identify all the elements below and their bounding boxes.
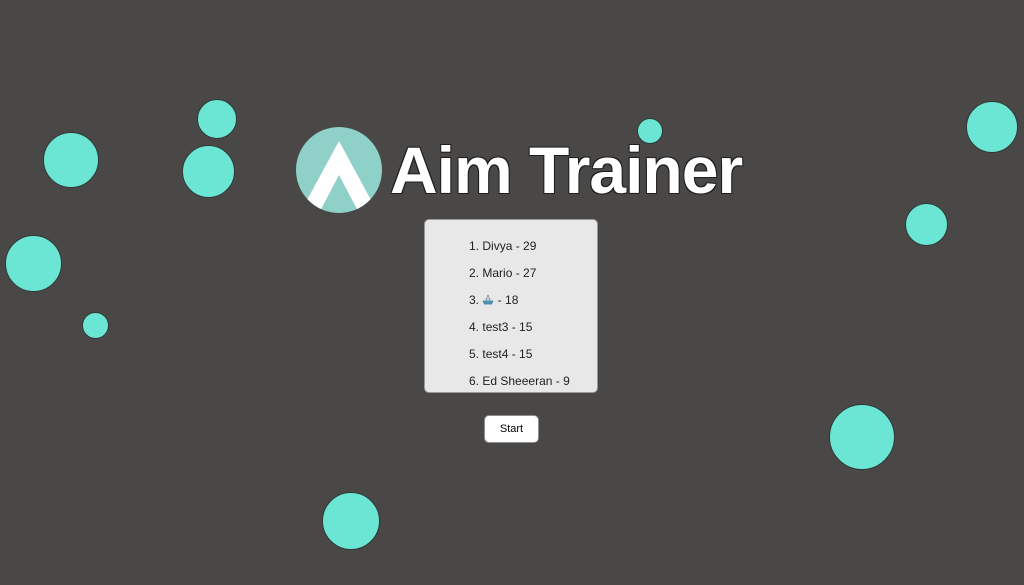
target-circle[interactable] — [43, 132, 99, 188]
player-score: 15 — [519, 320, 533, 334]
target-circle[interactable] — [5, 235, 62, 292]
leaderboard-entry: 6. Ed Sheeeran - 9 — [469, 374, 570, 388]
player-score: 18 — [505, 293, 519, 307]
target-circle[interactable] — [182, 145, 235, 198]
app-title: Aim Trainer — [390, 133, 743, 207]
player-score: 29 — [523, 239, 537, 253]
player-name: Ed Sheeeran — [482, 374, 553, 388]
player-name: Divya — [482, 239, 513, 253]
leaderboard-entry: 1. Divya - 29 — [469, 239, 537, 253]
player-name: test4 — [482, 347, 509, 361]
player-score: 15 — [519, 347, 533, 361]
logo-icon — [296, 127, 382, 213]
leaderboard-entry: 4. test3 - 15 — [469, 320, 533, 334]
leaderboard-entry: 3. - 18 — [469, 293, 519, 307]
player-score: 9 — [563, 374, 570, 388]
target-circle[interactable] — [966, 101, 1018, 153]
leaderboard-list: 1. Divya - 29 2. Mario - 27 3. - 18 4. t… — [425, 220, 597, 392]
player-name: test3 — [482, 320, 509, 334]
target-circle[interactable] — [829, 404, 895, 470]
player-name: Mario — [482, 266, 513, 280]
target-circle[interactable] — [322, 492, 380, 550]
target-circle[interactable] — [905, 203, 948, 246]
player-score: 27 — [523, 266, 537, 280]
boat-icon — [482, 295, 494, 305]
leaderboard-entry: 2. Mario - 27 — [469, 266, 537, 280]
app-header: Aim Trainer — [296, 127, 743, 213]
target-circle[interactable] — [82, 312, 109, 339]
leaderboard-entry: 5. test4 - 15 — [469, 347, 533, 361]
leaderboard-panel[interactable]: 1. Divya - 29 2. Mario - 27 3. - 18 4. t… — [424, 219, 598, 393]
target-circle[interactable] — [197, 99, 237, 139]
start-button[interactable]: Start — [484, 415, 539, 443]
